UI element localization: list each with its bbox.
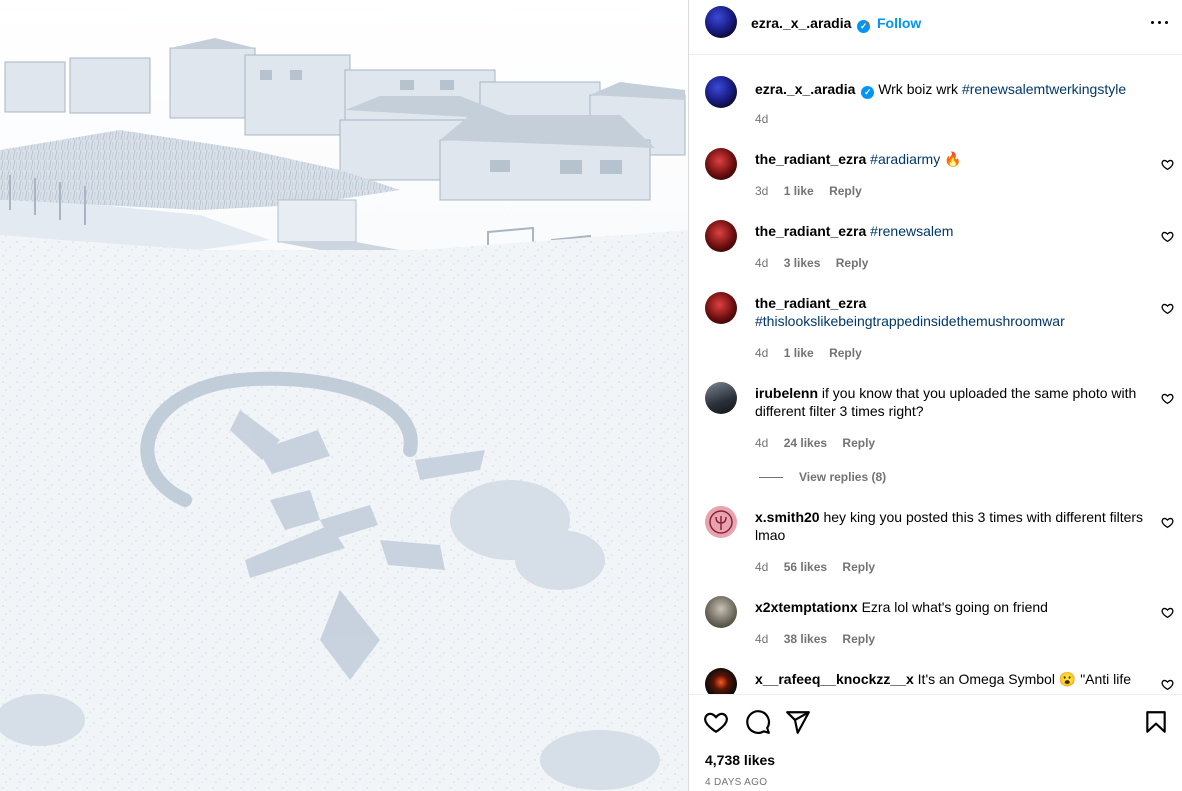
caption-body: Wrk boiz wrk <box>878 81 959 97</box>
comments-list[interactable]: ezra._x_.aradia ✓ Wrk boiz wrk #renewsal… <box>689 56 1182 694</box>
post-image[interactable] <box>0 0 688 791</box>
like-count[interactable]: 4,738 likes <box>705 752 775 768</box>
heart-icon[interactable] <box>703 709 729 735</box>
comment-likes[interactable]: 3 likes <box>784 256 821 270</box>
post-header: ezra._x_.aradia ✓ • Follow <box>689 0 1182 55</box>
comment-text: irubelenn if you know that you uploaded … <box>755 384 1153 420</box>
verified-badge-icon: ✓ <box>861 86 875 99</box>
comment-time: 4d <box>755 256 769 270</box>
caption-text: ezra._x_.aradia ✓ Wrk boiz wrk #renewsal… <box>755 80 1153 99</box>
heart-icon[interactable] <box>1161 158 1174 171</box>
caption-avatar[interactable] <box>705 76 737 108</box>
reply-button[interactable]: Reply <box>829 346 862 360</box>
send-icon[interactable] <box>785 709 811 735</box>
comment-text: the_radiant_ezra #aradiarmy 🔥 <box>755 150 1153 168</box>
commenter-avatar[interactable] <box>705 292 737 324</box>
heart-icon[interactable] <box>1161 516 1174 529</box>
heart-icon[interactable] <box>1161 678 1174 691</box>
comment-text: x2xtemptationx Ezra lol what's going on … <box>755 598 1153 616</box>
comment-username[interactable]: x2xtemptationx <box>755 599 858 615</box>
commenter-avatar[interactable] <box>705 668 737 694</box>
comment-hashtag[interactable]: #aradiarmy <box>870 151 940 167</box>
comment-hashtag[interactable]: #renewsalem <box>870 223 953 239</box>
comment-time: 4d <box>755 632 769 646</box>
commenter-avatar[interactable] <box>705 382 737 414</box>
comment-username[interactable]: the_radiant_ezra <box>755 294 1153 312</box>
more-options-icon[interactable] <box>1147 10 1173 34</box>
caption-hashtag[interactable]: #renewsalemtwerkingstyle <box>962 81 1126 97</box>
beach-photo <box>0 0 688 791</box>
comment-likes[interactable]: 24 likes <box>784 436 827 450</box>
reply-button[interactable]: Reply <box>836 256 869 270</box>
fire-emoji: 🔥 <box>944 151 962 167</box>
author-username[interactable]: ezra._x_.aradia ✓ <box>751 15 871 33</box>
comment-text: x.smith20 hey king you posted this 3 tim… <box>755 508 1153 544</box>
comment-time: 4d <box>755 436 769 450</box>
comment-body: Ezra lol what's going on friend <box>861 599 1048 615</box>
caption-username[interactable]: ezra._x_.aradia <box>755 81 855 97</box>
surprised-emoji: 😮 <box>1058 671 1077 687</box>
commenter-avatar[interactable] <box>705 506 737 538</box>
comment-time: 3d <box>755 184 769 198</box>
comment-username[interactable]: x__rafeeq__knockzz__x <box>755 671 914 687</box>
comment-hashtag[interactable]: #thislookslikebeingtrappedinsidethemushr… <box>755 312 1153 330</box>
comment-likes[interactable]: 1 like <box>784 184 814 198</box>
comment-likes[interactable]: 56 likes <box>784 560 827 574</box>
comment-body-continued: "Anti life <box>1080 671 1132 687</box>
comment-likes[interactable]: 38 likes <box>784 632 827 646</box>
separator-dot: • <box>865 15 870 31</box>
post-date: 4 DAYS AGO <box>705 777 768 788</box>
caption-meta: 4d <box>755 112 768 126</box>
comment-time: 4d <box>755 560 769 574</box>
commenter-avatar[interactable] <box>705 596 737 628</box>
heart-icon[interactable] <box>1161 606 1174 619</box>
view-replies-button[interactable]: View replies (8) <box>759 470 886 484</box>
reply-button[interactable]: Reply <box>829 184 862 198</box>
comment-text: x__rafeeq__knockzz__x It's an Omega Symb… <box>755 670 1153 688</box>
heart-icon[interactable] <box>1161 302 1174 315</box>
comment-icon[interactable] <box>745 709 771 735</box>
follow-button[interactable]: Follow <box>877 15 921 31</box>
reply-button[interactable]: Reply <box>842 632 875 646</box>
author-avatar[interactable] <box>705 6 737 38</box>
comment-text: the_radiant_ezra #thislookslikebeingtrap… <box>755 294 1153 330</box>
heart-icon[interactable] <box>1161 230 1174 243</box>
heart-icon[interactable] <box>1161 392 1174 405</box>
comment-text: the_radiant_ezra #renewsalem <box>755 222 1153 240</box>
post-actions: 4,738 likes 4 DAYS AGO <box>689 694 1182 791</box>
instagram-post-view: ezra._x_.aradia ✓ • Follow ezra._x_.arad… <box>0 0 1182 791</box>
comment-time: 4d <box>755 346 769 360</box>
comment-username[interactable]: the_radiant_ezra <box>755 151 866 167</box>
reply-button[interactable]: Reply <box>842 436 875 450</box>
trident-logo-icon <box>709 510 733 534</box>
post-sidebar: ezra._x_.aradia ✓ • Follow ezra._x_.arad… <box>688 0 1182 791</box>
comment-username[interactable]: irubelenn <box>755 385 818 401</box>
comment-meta: 4d 38 likes Reply <box>755 632 875 646</box>
comment-likes[interactable]: 1 like <box>784 346 814 360</box>
author-username-text[interactable]: ezra._x_.aradia <box>751 15 851 31</box>
comment-meta: 4d 24 likes Reply <box>755 436 875 450</box>
bookmark-icon[interactable] <box>1143 709 1169 735</box>
commenter-avatar[interactable] <box>705 220 737 252</box>
comment-meta: 3d 1 like Reply <box>755 184 862 198</box>
comment-body: It's an Omega Symbol <box>917 671 1055 687</box>
comment-username[interactable]: x.smith20 <box>755 509 820 525</box>
commenter-avatar[interactable] <box>705 148 737 180</box>
caption-time: 4d <box>755 112 769 126</box>
comment-username[interactable]: the_radiant_ezra <box>755 223 866 239</box>
comment-meta: 4d 56 likes Reply <box>755 560 875 574</box>
reply-button[interactable]: Reply <box>842 560 875 574</box>
comment-meta: 4d 1 like Reply <box>755 346 862 360</box>
comment-meta: 4d 3 likes Reply <box>755 256 868 270</box>
